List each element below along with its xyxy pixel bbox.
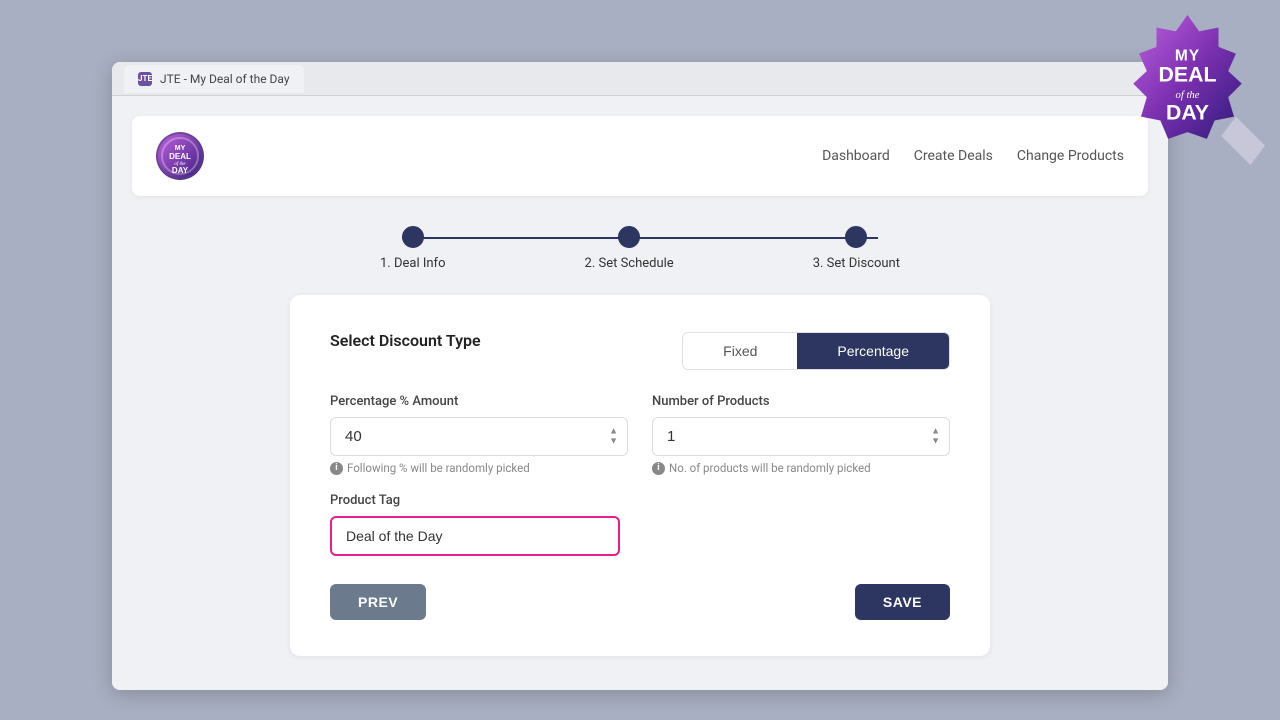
step-dot-1 [402, 226, 424, 248]
svg-text:DEAL: DEAL [1159, 63, 1217, 87]
app-header: MY DEAL of the DAY Dashboard Create Deal… [132, 116, 1148, 196]
tab-favicon: JTE [138, 72, 152, 86]
discount-type-row: Select Discount Type Fixed Percentage [330, 331, 950, 370]
tab-title: JTE - My Deal of the Day [160, 72, 290, 86]
percentage-hint-text: Following % will be randomly picked [347, 461, 530, 475]
prev-button[interactable]: PREV [330, 584, 426, 620]
products-spinner[interactable]: ▲ ▼ [931, 427, 940, 446]
products-hint: i No. of products will be randomly picke… [652, 461, 950, 475]
percentage-hint-icon: i [330, 462, 343, 475]
toggle-percentage[interactable]: Percentage [797, 333, 949, 369]
spinner-down-icon[interactable]: ▼ [609, 437, 618, 446]
step-label-2: 2. Set Schedule [585, 256, 674, 271]
percentage-input-wrapper: ▲ ▼ [330, 417, 628, 456]
browser-tab[interactable]: JTE JTE - My Deal of the Day [124, 65, 304, 93]
svg-text:MY: MY [175, 145, 186, 152]
product-tag-label: Product Tag [330, 493, 950, 508]
action-row: PREV SAVE [330, 584, 950, 620]
nav-dashboard[interactable]: Dashboard [822, 148, 890, 164]
discount-type-toggle: Fixed Percentage [682, 332, 950, 370]
percentage-input[interactable] [330, 417, 628, 456]
percentage-field-group: Percentage % Amount ▲ ▼ i Following % wi… [330, 394, 628, 475]
products-field-group: Number of Products ▲ ▼ i No. of products… [652, 394, 950, 475]
percentage-label: Percentage % Amount [330, 394, 628, 409]
spinner-up-icon[interactable]: ▲ [609, 427, 618, 436]
products-spinner-down-icon[interactable]: ▼ [931, 437, 940, 446]
toggle-fixed[interactable]: Fixed [683, 333, 797, 369]
deal-badge: MY DEAL of the DAY [1110, 10, 1270, 170]
section-title: Select Discount Type [330, 331, 481, 350]
logo-badge: MY DEAL of the DAY [156, 132, 204, 180]
svg-text:DEAL: DEAL [169, 152, 191, 161]
browser-window: JTE JTE - My Deal of the Day [112, 62, 1168, 690]
logo-area: MY DEAL of the DAY [156, 132, 204, 180]
main-card: Select Discount Type Fixed Percentage Pe… [290, 295, 990, 656]
products-input-wrapper: ▲ ▼ [652, 417, 950, 456]
stepper-step-3[interactable]: 3. Set Discount [813, 226, 900, 271]
product-tag-input[interactable] [330, 516, 620, 556]
stepper-container: 1. Deal Info 2. Set Schedule 3. Set Disc… [132, 226, 1148, 271]
fields-row: Percentage % Amount ▲ ▼ i Following % wi… [330, 394, 950, 475]
save-button[interactable]: SAVE [855, 584, 950, 620]
product-tag-section: Product Tag [330, 493, 950, 556]
percentage-spinner[interactable]: ▲ ▼ [609, 427, 618, 446]
stepper-steps: 1. Deal Info 2. Set Schedule 3. Set Disc… [380, 226, 900, 271]
stepper-step-2[interactable]: 2. Set Schedule [585, 226, 674, 271]
browser-tab-bar: JTE JTE - My Deal of the Day [112, 62, 1168, 96]
svg-text:DAY: DAY [1166, 100, 1209, 124]
step-dot-2 [618, 226, 640, 248]
step-dot-3 [845, 226, 867, 248]
step-label-3: 3. Set Discount [813, 256, 900, 271]
products-spinner-up-icon[interactable]: ▲ [931, 427, 940, 436]
products-hint-text: No. of products will be randomly picked [669, 461, 871, 475]
percentage-hint: i Following % will be randomly picked [330, 461, 628, 475]
nav-create-deals[interactable]: Create Deals [914, 148, 993, 164]
svg-text:DAY: DAY [172, 166, 189, 175]
nav-links: Dashboard Create Deals Change Products [822, 148, 1124, 164]
products-label: Number of Products [652, 394, 950, 409]
app-content: MY DEAL of the DAY Dashboard Create Deal… [112, 96, 1168, 690]
products-input[interactable] [652, 417, 950, 456]
stepper-step-1[interactable]: 1. Deal Info [380, 226, 446, 271]
products-hint-icon: i [652, 462, 665, 475]
nav-change-products[interactable]: Change Products [1017, 148, 1124, 164]
step-label-1: 1. Deal Info [380, 256, 446, 271]
stepper: 1. Deal Info 2. Set Schedule 3. Set Disc… [380, 226, 900, 271]
